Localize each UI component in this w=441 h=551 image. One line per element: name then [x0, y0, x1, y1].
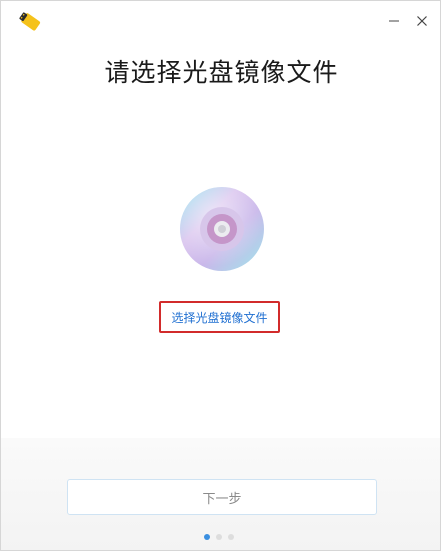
minimize-icon — [389, 20, 399, 22]
close-icon — [417, 16, 427, 26]
page-title: 请选择光盘镜像文件 — [104, 58, 339, 87]
select-iso-link[interactable]: 选择光盘镜像文件 — [171, 309, 267, 326]
minimize-button[interactable] — [382, 9, 406, 33]
step-dot — [228, 534, 234, 540]
step-dot — [204, 534, 210, 540]
step-indicator — [204, 534, 234, 540]
usb-drive-icon — [19, 12, 41, 31]
close-button[interactable] — [410, 9, 434, 33]
step-dot — [216, 534, 222, 540]
select-iso-highlight: 选择光盘镜像文件 — [159, 301, 280, 333]
installer-window: 请选择光盘镜像文件 选择光盘镜像文件 下一步 — [0, 0, 441, 551]
next-button[interactable]: 下一步 — [67, 479, 377, 515]
optical-disc-icon — [180, 187, 264, 271]
